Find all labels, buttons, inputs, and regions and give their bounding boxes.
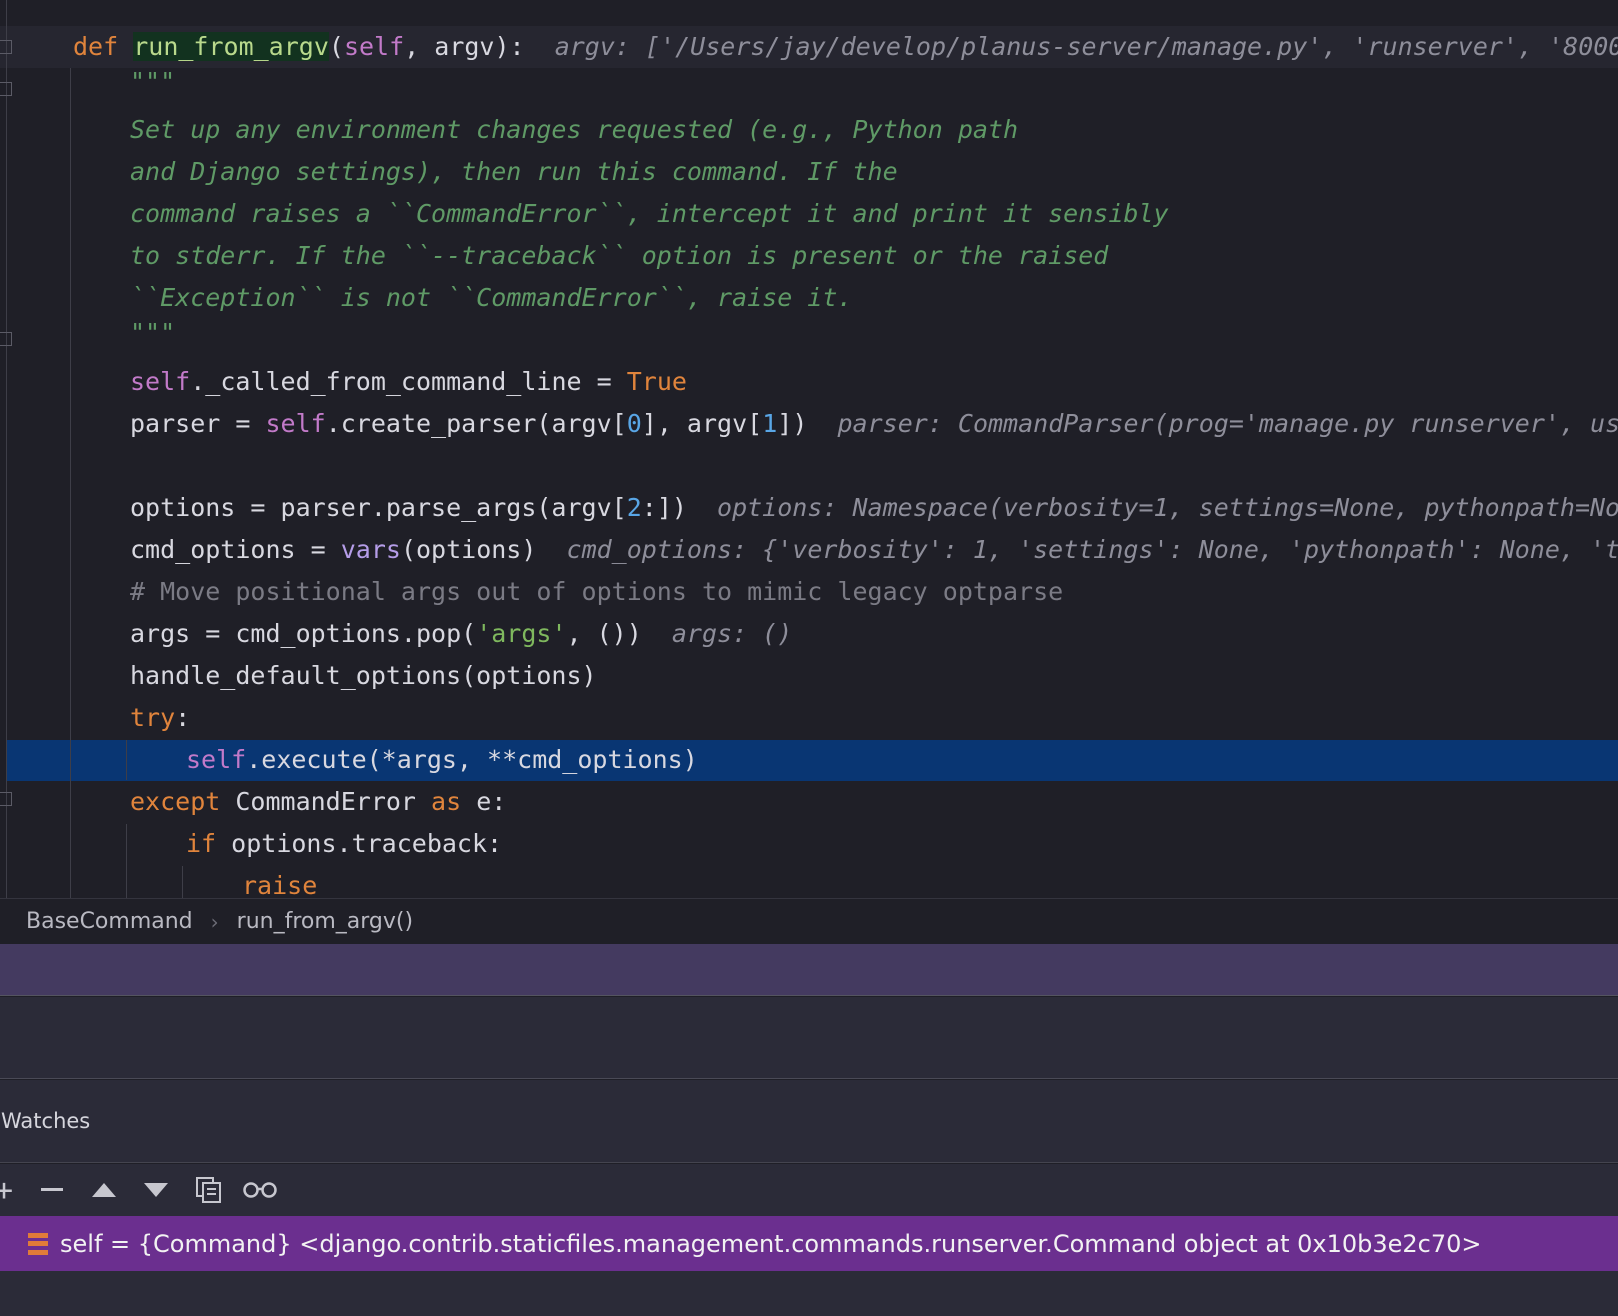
code-line-handle[interactable]: handle_default_options(options) [130,655,597,697]
code-line-def[interactable]: def run_from_argv(self, argv): argv: ['/… [73,26,1618,68]
keyword-true: True [626,367,687,396]
code-token: options.traceback: [216,829,503,858]
watches-toolbar: + [0,1164,1618,1216]
indent-guide [6,0,7,898]
number-token: 2 [626,493,642,522]
watches-empty-area [0,1271,1618,1316]
code-editor[interactable]: def run_from_argv(self, argv): argv: ['/… [0,0,1618,898]
watch-row[interactable]: self = {Command} <django.contrib.staticf… [0,1216,1618,1271]
docstring-open: """ [130,67,176,96]
indent-guide [182,866,183,898]
copy-icon[interactable] [194,1164,224,1216]
minus-icon[interactable] [38,1164,66,1216]
code-token: parser = [130,409,266,438]
move-down-button[interactable] [144,1183,168,1197]
breadcrumb-class[interactable]: BaseCommand [26,909,193,934]
code-token: options = parser.parse_args(argv[ [130,493,627,522]
self-token: self [265,409,326,438]
self-param: self [343,32,405,61]
fold-marker[interactable] [0,40,12,54]
keyword-def: def [73,32,119,61]
paren: ( [328,32,344,61]
breadcrumb-separator-icon: › [210,909,219,934]
keyword-except: except [130,787,221,816]
fold-marker[interactable] [0,82,12,96]
code-token: cmd_options = [130,535,341,564]
code-line-except[interactable]: except CommandError as e: [130,781,506,823]
keyword-try: try [130,703,176,732]
code-line-args[interactable]: args = cmd_options.pop('args', ()) args:… [130,613,792,655]
variable-icon [28,1232,48,1255]
code-line-if[interactable]: if options.traceback: [186,823,502,865]
duplicate-watch-button[interactable] [196,1177,222,1203]
code-line-options[interactable]: options = parser.parse_args(argv[2:]) op… [130,487,1618,529]
inline-value-hint: cmd_options: {'verbosity': 1, 'settings'… [566,535,1618,564]
code-line-try[interactable]: try: [130,697,190,739]
code-token: args = cmd_options.pop( [130,619,477,648]
docstring-line: and Django settings), then run this comm… [130,157,898,186]
plus-icon[interactable]: + [0,1164,16,1216]
number-token: 1 [762,409,778,438]
self-token: self [130,367,191,396]
inline-value-hint: argv: ['/Users/jay/develop/planus-server… [554,32,1618,61]
inline-value-hint: args: () [671,619,793,648]
debug-panel-bar [0,944,1618,996]
code-token: CommandError [220,787,432,816]
docstring-line: Set up any environment changes requested… [130,115,1019,144]
watches-panel-header: Watches [0,1080,1618,1163]
breadcrumb: BaseCommand › run_from_argv() [0,898,1618,944]
keyword-as: as [431,787,462,816]
code-token: : [175,703,191,732]
fold-marker[interactable] [0,332,12,346]
glasses-icon[interactable] [242,1164,278,1216]
docstring-line: command raises a ``CommandError``, inter… [130,199,1169,228]
remove-watch-button[interactable] [41,1188,63,1192]
code-token: .execute(*args, **cmd_options) [246,745,698,774]
number-token: 0 [626,409,642,438]
code-line-execute[interactable]: self.execute(*args, **cmd_options) [186,739,698,781]
move-up-button[interactable] [92,1183,116,1197]
code-token: :]) [641,493,687,522]
docstring-line: ``Exception`` is not ``CommandError``, r… [130,283,853,312]
docstring-close: """ [130,318,176,347]
builtin-vars: vars [340,535,401,564]
code-token: .create_parser(argv[ [325,409,627,438]
code-comment: # Move positional args out of options to… [130,577,1064,606]
arrow-down-icon[interactable] [142,1164,170,1216]
arrow-up-icon[interactable] [90,1164,118,1216]
code-line-raise[interactable]: raise [242,865,317,898]
function-name: run_from_argv [133,32,329,61]
inline-value-hint: options: Namespace(verbosity=1, settings… [717,493,1618,522]
breadcrumb-method[interactable]: run_from_argv() [237,909,413,934]
watches-title: Watches [1,1109,91,1133]
string-token: 'args' [476,619,567,648]
code-token: ]) [777,409,808,438]
debug-panel-empty [0,997,1618,1079]
watch-row-value: self = {Command} <django.contrib.staticf… [60,1229,1482,1258]
indent-guide [126,740,127,780]
code-token: ], argv[ [641,409,763,438]
code-token: ._called_from_command_line = [190,367,627,396]
indent-guide [70,68,71,898]
fold-marker[interactable] [0,792,12,806]
code-token: e: [461,787,507,816]
code-line-parser[interactable]: parser = self.create_parser(argv[0], arg… [130,403,1618,445]
inline-value-hint: parser: CommandParser(prog='manage.py ru… [837,409,1618,438]
params: , argv): [404,32,525,61]
code-line-called-from[interactable]: self._called_from_command_line = True [130,361,687,403]
keyword-if: if [186,829,217,858]
indent-guide [126,824,127,898]
self-token: self [186,745,247,774]
docstring-line: to stderr. If the ``--traceback`` option… [130,241,1109,270]
code-token: , ()) [566,619,642,648]
code-token: (options) [400,535,537,564]
code-line-cmd-options[interactable]: cmd_options = vars(options) cmd_options:… [130,529,1618,571]
add-watch-button[interactable]: + [0,1173,13,1208]
show-watches-in-variables-button[interactable] [243,1181,277,1199]
